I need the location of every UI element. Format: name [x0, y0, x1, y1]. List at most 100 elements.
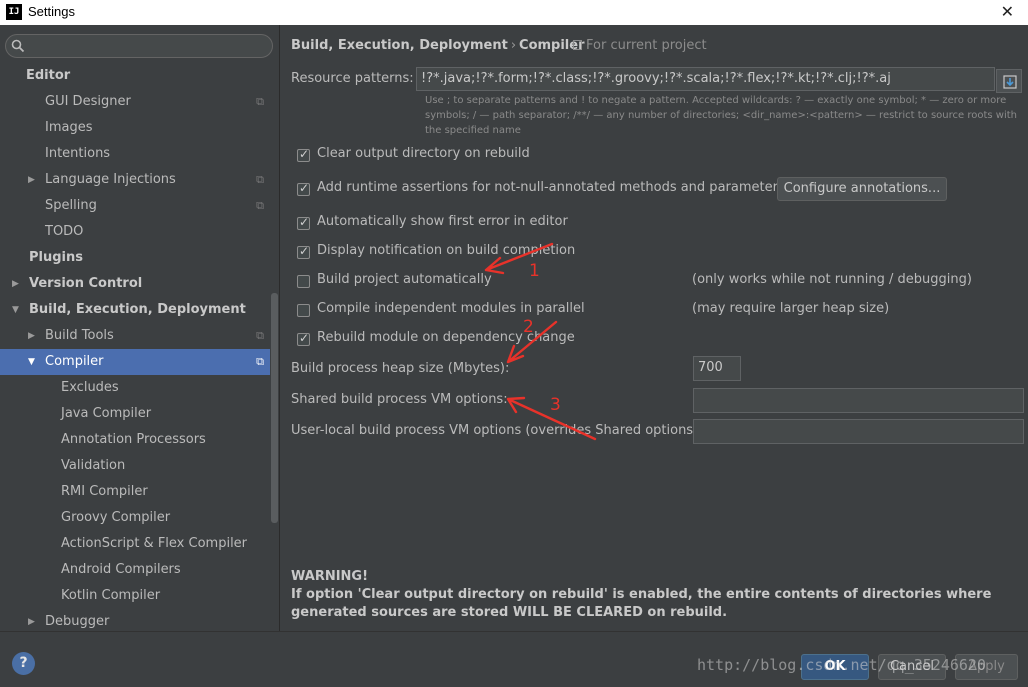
- project-scope-icon: ⧉: [256, 173, 264, 186]
- sidebar-item-label: Intentions: [45, 146, 111, 161]
- sidebar-item-label: Kotlin Compiler: [61, 588, 161, 603]
- sidebar-item-actionscript-flex-compiler[interactable]: ActionScript & Flex Compiler: [0, 531, 270, 557]
- compile-parallel-label: Compile independent modules in parallel: [317, 301, 585, 316]
- sidebar-item-label: Validation: [61, 458, 126, 473]
- sidebar-item-label: Java Compiler: [61, 406, 152, 421]
- sidebar-item-kotlin-compiler[interactable]: Kotlin Compiler: [0, 583, 270, 609]
- rebuild-on-dependency-checkbox[interactable]: [297, 331, 310, 346]
- build-automatically-checkbox[interactable]: [297, 275, 310, 288]
- expanded-arrow-icon[interactable]: ▼: [12, 297, 19, 323]
- compile-parallel-note: (may require larger heap size): [692, 301, 890, 316]
- sidebar-item-label: Compiler: [45, 354, 104, 369]
- breadcrumb: Build, Execution, Deployment › Compiler: [291, 38, 585, 53]
- build-notification-checkbox[interactable]: [297, 244, 310, 259]
- sidebar-item-spelling[interactable]: Spelling ⧉: [0, 193, 270, 219]
- build-automatically-note: (only works while not running / debuggin…: [692, 272, 972, 287]
- sidebar-item-language-injections[interactable]: ▶ Language Injections ⧉: [0, 167, 270, 193]
- shared-vm-options-input[interactable]: [693, 388, 1024, 413]
- expand-icon: [1003, 75, 1017, 89]
- sidebar-item-debugger[interactable]: ▶ Debugger: [0, 609, 270, 631]
- show-first-error-checkbox[interactable]: [297, 215, 310, 230]
- sidebar-item-java-compiler[interactable]: Java Compiler: [0, 401, 270, 427]
- project-scope-label: For current project: [586, 38, 707, 53]
- sidebar-item-excludes[interactable]: Excludes: [0, 375, 270, 401]
- clear-output-warning: WARNING! If option 'Clear output directo…: [291, 568, 1021, 622]
- sidebar-item-compiler[interactable]: ▼ Compiler ⧉: [0, 349, 270, 375]
- breadcrumb-separator: ›: [510, 38, 517, 53]
- expand-field-button[interactable]: [996, 69, 1022, 93]
- build-automatically-label: Build project automatically: [317, 272, 492, 287]
- sidebar-item-version-control[interactable]: ▶ Version Control: [0, 271, 270, 297]
- sidebar-item-label: Build, Execution, Deployment: [29, 302, 246, 317]
- warning-title: WARNING!: [291, 569, 369, 584]
- sidebar-item-label: RMI Compiler: [61, 484, 148, 499]
- sidebar-item-label: Plugins: [29, 250, 83, 265]
- runtime-assertions-checkbox[interactable]: [297, 181, 310, 196]
- settings-search-input[interactable]: [5, 34, 273, 58]
- warning-text: If option 'Clear output directory on reb…: [291, 587, 992, 620]
- resource-patterns-label: Resource patterns:: [291, 71, 414, 86]
- breadcrumb-parent: Build, Execution, Deployment: [291, 38, 508, 53]
- sidebar-item-validation[interactable]: Validation: [0, 453, 270, 479]
- sidebar-item-label: Language Injections: [45, 172, 176, 187]
- sidebar-scrollbar[interactable]: [271, 293, 278, 523]
- project-scope-icon: ⧉: [256, 355, 264, 368]
- clear-output-checkbox[interactable]: [297, 147, 310, 162]
- compile-parallel-checkbox[interactable]: [297, 304, 310, 317]
- project-scope-icon: [573, 40, 582, 50]
- sidebar-item-annotation-processors[interactable]: Annotation Processors: [0, 427, 270, 453]
- sidebar-item-intentions[interactable]: Intentions: [0, 141, 270, 167]
- sidebar-item-build-tools[interactable]: ▶ Build Tools ⧉: [0, 323, 270, 349]
- sidebar-item-label: Groovy Compiler: [61, 510, 171, 525]
- search-icon: [11, 39, 25, 53]
- sidebar-item-label: Android Compilers: [61, 562, 181, 577]
- clear-output-label: Clear output directory on rebuild: [317, 146, 530, 161]
- compiler-settings-panel: Build, Execution, Deployment › Compiler Fo…: [281, 25, 1028, 631]
- close-window-button[interactable]: ✕: [1001, 2, 1014, 21]
- sidebar-item-label: Images: [45, 120, 93, 135]
- resource-patterns-hint: Use ; to separate patterns and ! to nega…: [425, 95, 1017, 136]
- collapsed-arrow-icon[interactable]: ▶: [12, 271, 19, 297]
- sidebar-item-label: TODO: [45, 224, 84, 239]
- window-title: Settings: [28, 4, 75, 19]
- rebuild-on-dependency-label: Rebuild module on dependency change: [317, 330, 575, 345]
- blog-watermark: http://blog.csdn.net/qq_35246620: [697, 656, 986, 674]
- user-local-vm-options-label: User-local build process VM options (ove…: [291, 423, 703, 438]
- sidebar-item-groovy-compiler[interactable]: Groovy Compiler: [0, 505, 270, 531]
- sidebar-item-label: GUI Designer: [45, 94, 131, 109]
- sidebar-item-label: Annotation Processors: [61, 432, 206, 447]
- expanded-arrow-icon[interactable]: ▼: [28, 349, 35, 375]
- heap-size-input[interactable]: 700: [693, 356, 741, 381]
- user-local-vm-options-input[interactable]: [693, 419, 1024, 444]
- heap-size-label: Build process heap size (Mbytes):: [291, 361, 510, 376]
- sidebar-item-editor[interactable]: Editor: [0, 63, 270, 89]
- configure-annotations-button[interactable]: Configure annotations...: [777, 177, 947, 201]
- sidebar-item-images[interactable]: Images: [0, 115, 270, 141]
- sidebar-item-label: Build Tools: [45, 328, 114, 343]
- sidebar-item-rmi-compiler[interactable]: RMI Compiler: [0, 479, 270, 505]
- sidebar-item-plugins[interactable]: Plugins: [0, 245, 270, 271]
- collapsed-arrow-icon[interactable]: ▶: [28, 167, 35, 193]
- sidebar-item-label: Debugger: [45, 614, 110, 629]
- sidebar-item-label: Spelling: [45, 198, 97, 213]
- help-button[interactable]: ?: [12, 652, 35, 675]
- sidebar-item-todo[interactable]: TODO: [0, 219, 270, 245]
- runtime-assertions-label: Add runtime assertions for not-null-anno…: [317, 180, 785, 195]
- resource-patterns-input[interactable]: !?*.java;!?*.form;!?*.class;!?*.groovy;!…: [416, 67, 995, 91]
- sidebar-item-gui-designer[interactable]: GUI Designer ⧉: [0, 89, 270, 115]
- intellij-logo-icon: IJ: [6, 4, 22, 20]
- project-scope-icon: ⧉: [256, 329, 264, 342]
- sidebar-item-build-execution-deployment[interactable]: ▼ Build, Execution, Deployment: [0, 297, 270, 323]
- build-notification-label: Display notification on build completion: [317, 243, 576, 258]
- sidebar-item-label: ActionScript & Flex Compiler: [61, 536, 248, 551]
- dialog-button-bar: ? OK Cancel Apply http://blog.csdn.net/q…: [0, 631, 1028, 687]
- show-first-error-label: Automatically show first error in editor: [317, 214, 568, 229]
- shared-vm-options-label: Shared build process VM options:: [291, 392, 508, 407]
- window-title-bar: IJ Settings ✕: [0, 0, 1028, 25]
- sidebar-item-android-compilers[interactable]: Android Compilers: [0, 557, 270, 583]
- collapsed-arrow-icon[interactable]: ▶: [28, 609, 35, 631]
- settings-sidebar: Editor GUI Designer ⧉ Images Intentions ▶ Lang…: [0, 25, 280, 631]
- collapsed-arrow-icon[interactable]: ▶: [28, 323, 35, 349]
- sidebar-item-label: Excludes: [61, 380, 119, 395]
- project-scope-note: For current project: [573, 38, 707, 53]
